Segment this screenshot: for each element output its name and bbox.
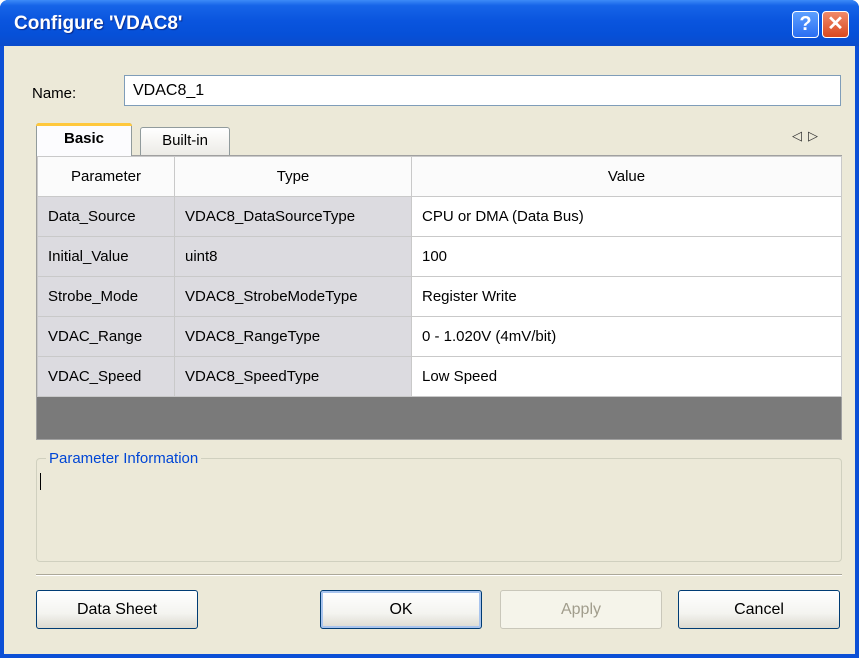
parameter-grid: Parameter Type Value Data_Source VDAC8_D… — [36, 155, 842, 440]
ok-button[interactable]: OK — [320, 590, 482, 629]
param-value-cell[interactable]: 100 — [411, 236, 842, 277]
param-type-cell: uint8 — [174, 236, 412, 277]
param-name-cell: VDAC_Range — [37, 316, 175, 357]
tab-basic[interactable]: Basic — [36, 123, 132, 156]
parameter-information-box[interactable] — [36, 458, 842, 562]
param-type-cell: VDAC8_SpeedType — [174, 356, 412, 397]
triangle-left-icon[interactable]: ◁ — [792, 128, 808, 143]
cancel-button[interactable]: Cancel — [678, 590, 840, 629]
triangle-right-icon[interactable]: ▷ — [808, 128, 824, 143]
param-value-cell[interactable]: Register Write — [411, 276, 842, 317]
tab-strip: Basic Built-in ◁▷ — [32, 123, 846, 156]
name-label: Name: — [32, 85, 77, 102]
column-header-value[interactable]: Value — [411, 156, 842, 197]
table-row[interactable]: Initial_Value uint8 100 — [37, 236, 842, 277]
column-header-type[interactable]: Type — [174, 156, 412, 197]
param-value-cell[interactable]: Low Speed — [411, 356, 842, 397]
tab-built-in[interactable]: Built-in — [140, 127, 230, 155]
param-name-cell: Data_Source — [37, 196, 175, 237]
table-row[interactable]: Data_Source VDAC8_DataSourceType CPU or … — [37, 196, 842, 237]
param-type-cell: VDAC8_StrobeModeType — [174, 276, 412, 317]
name-input[interactable] — [124, 75, 841, 106]
title-bar[interactable]: Configure 'VDAC8' ? ✕ — [0, 0, 859, 46]
param-type-cell: VDAC8_RangeType — [174, 316, 412, 357]
table-row[interactable]: VDAC_Speed VDAC8_SpeedType Low Speed — [37, 356, 842, 397]
column-header-parameter[interactable]: Parameter — [37, 156, 175, 197]
param-value-cell[interactable]: CPU or DMA (Data Bus) — [411, 196, 842, 237]
tab-scroll-arrows[interactable]: ◁▷ — [792, 128, 824, 144]
param-name-cell: Initial_Value — [37, 236, 175, 277]
parameter-information-legend: Parameter Information — [46, 450, 202, 467]
divider — [36, 574, 842, 576]
param-name-cell: VDAC_Speed — [37, 356, 175, 397]
apply-button[interactable]: Apply — [500, 590, 662, 629]
data-sheet-button[interactable]: Data Sheet — [36, 590, 198, 629]
table-row[interactable]: Strobe_Mode VDAC8_StrobeModeType Registe… — [37, 276, 842, 317]
text-caret — [40, 473, 41, 490]
table-row[interactable]: VDAC_Range VDAC8_RangeType 0 - 1.020V (4… — [37, 316, 842, 357]
param-value-cell[interactable]: 0 - 1.020V (4mV/bit) — [411, 316, 842, 357]
grid-header-row: Parameter Type Value — [37, 156, 842, 197]
close-button[interactable]: ✕ — [822, 11, 849, 38]
param-type-cell: VDAC8_DataSourceType — [174, 196, 412, 237]
window-title: Configure 'VDAC8' — [14, 13, 183, 34]
param-name-cell: Strobe_Mode — [37, 276, 175, 317]
help-button[interactable]: ? — [792, 11, 819, 38]
